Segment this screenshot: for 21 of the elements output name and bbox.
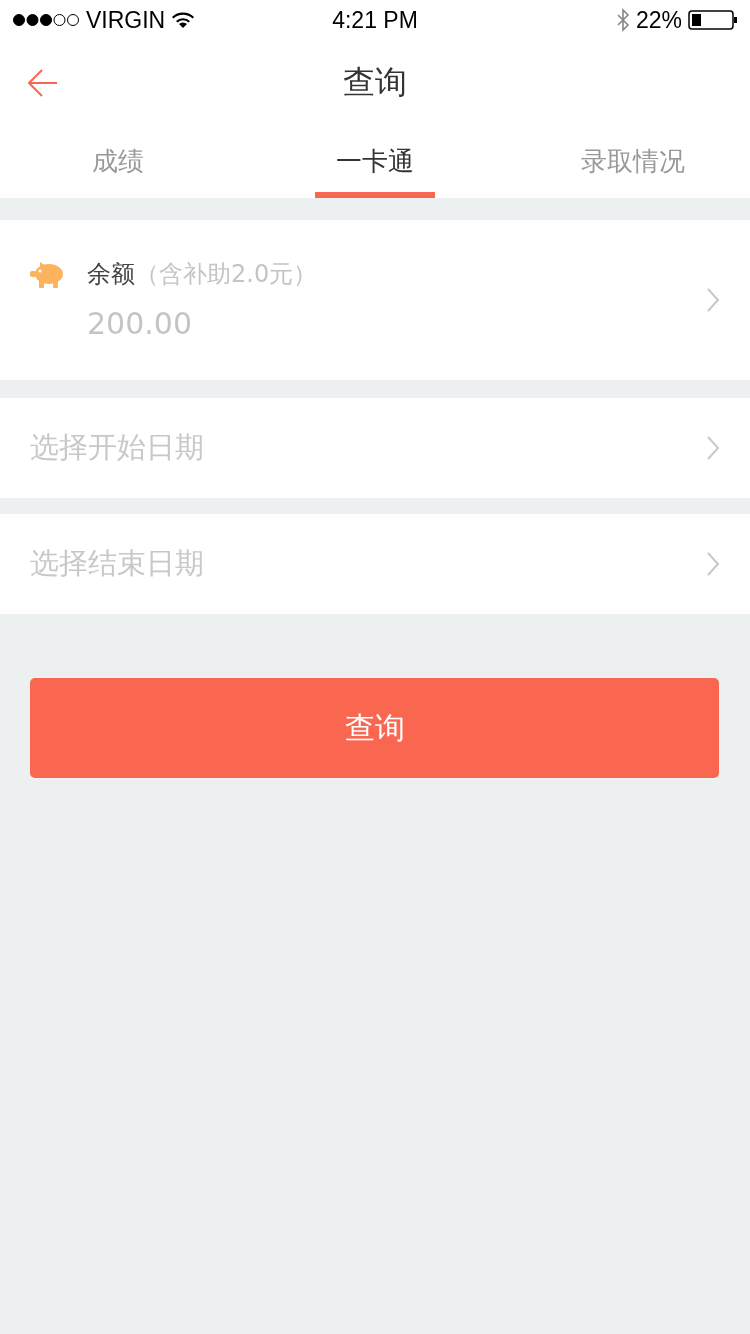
tab[interactable]: 成绩	[0, 125, 235, 198]
tab[interactable]: 一卡通	[315, 125, 435, 198]
status-time: 4:21 PM	[332, 6, 418, 34]
balance-label: 余额	[87, 259, 135, 290]
chevron-right-icon	[706, 551, 720, 577]
bluetooth-icon	[615, 8, 630, 32]
signal-icon	[12, 13, 80, 27]
balance-amount: 200.00	[87, 306, 193, 341]
subsidy-note: （含补助2.0元）	[135, 259, 318, 290]
carrier-name: VIRGIN	[86, 6, 166, 34]
battery-icon	[688, 10, 738, 30]
piggy-bank-icon	[30, 260, 64, 288]
back-button[interactable]	[28, 68, 58, 98]
chevron-right-icon	[706, 287, 720, 313]
tab[interactable]: 录取情况	[515, 125, 750, 198]
chevron-right-icon	[706, 435, 720, 461]
wifi-icon	[171, 11, 196, 29]
page-title: 查询	[343, 61, 407, 103]
balance-card[interactable]: 余额（含补助2.0元） 200.00	[0, 220, 750, 380]
query-button[interactable]: 查询	[30, 678, 719, 778]
battery-percent: 22%	[635, 6, 682, 34]
